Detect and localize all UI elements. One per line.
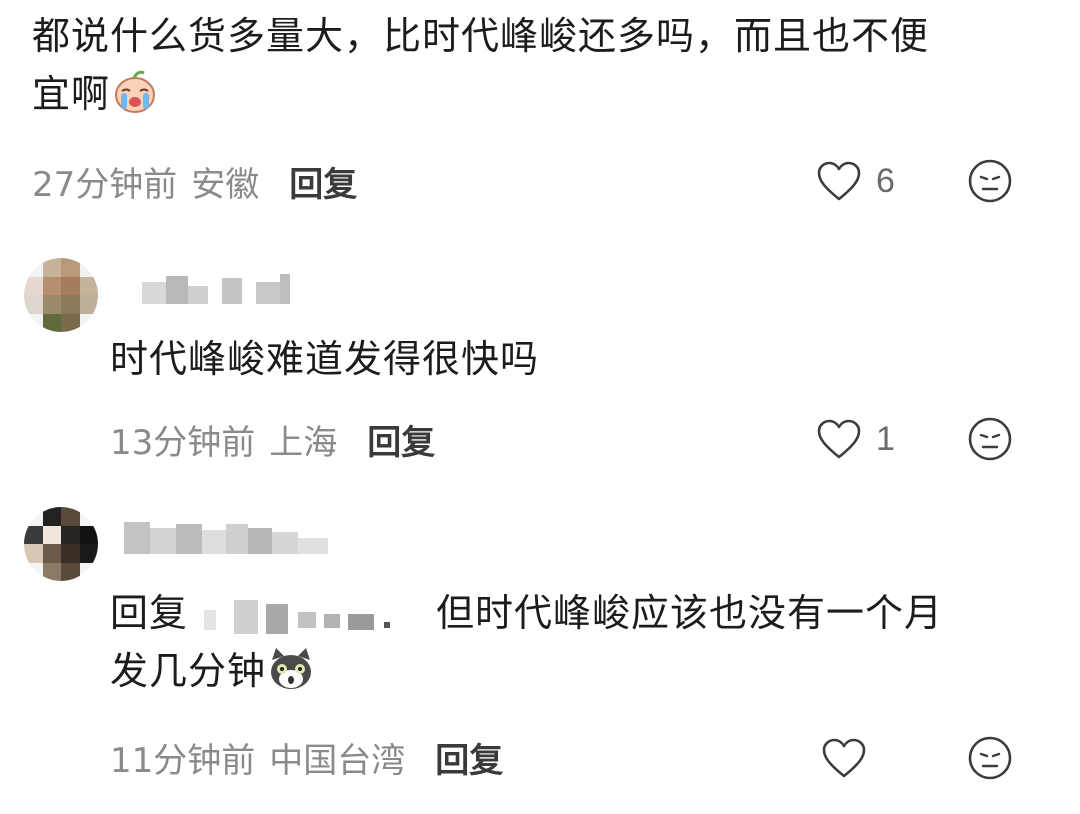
dislike-face-icon[interactable] (967, 735, 1013, 781)
comment-3-line-2: 发几分钟 (110, 649, 267, 693)
comment-2-like-button[interactable]: 1 (816, 414, 895, 464)
comment-3-line-1-wrap: 回复 但时代峰峻应该也没有一个月 (110, 584, 1070, 642)
comment-2-reply-button[interactable]: 回复 (367, 415, 435, 464)
comment-1-like-button[interactable]: 6 (816, 156, 895, 206)
username-blurred[interactable] (142, 272, 290, 304)
heart-icon (817, 161, 861, 201)
comment-3-line-2-wrap: 发几分钟 (110, 642, 1070, 700)
avatar[interactable] (24, 258, 98, 332)
crying-peach-icon (115, 70, 156, 113)
comment-1-reply-button[interactable]: 回复 (289, 157, 357, 206)
comment-2-like-count: 1 (876, 419, 895, 458)
mentioned-user-blurred[interactable] (194, 596, 430, 636)
shocked-cat-icon (271, 648, 312, 689)
comment-3-reply-prefix: 回复 (110, 591, 189, 635)
comment-1-line-1: 都说什么货多量大，比时代峰峻还多吗，而且也不便 (32, 14, 930, 58)
username-blurred[interactable] (124, 522, 328, 554)
comment-3-like-button[interactable] (821, 733, 881, 783)
comment-1-line-2: 宜啊 (32, 72, 111, 116)
comment-2-location: 上海 (269, 422, 338, 463)
heart-icon (817, 419, 861, 459)
comment-2-text: 时代峰峻难道发得很快吗 (110, 337, 540, 381)
comment-1-location: 安徽 (191, 164, 260, 205)
comment-3-text: 回复 但时代峰峻应该也没有一个月 发几分钟 (110, 584, 1070, 700)
comment-2-meta: 13分钟前 上海 回复 (110, 414, 435, 464)
comment-3-time: 11分钟前 (110, 740, 256, 781)
comment-1-text: 都说什么货多量大，比时代峰峻还多吗，而且也不便 宜啊 (32, 7, 1072, 123)
dislike-face-icon[interactable] (967, 158, 1013, 204)
comment-1-meta: 27分钟前 安徽 回复 (32, 156, 357, 206)
comment-3-meta: 11分钟前 中国台湾 回复 (110, 732, 503, 782)
comment-1-like-count: 6 (876, 161, 895, 200)
heart-icon (822, 738, 866, 778)
comment-1-line-2-wrap: 宜啊 (32, 65, 1072, 123)
comment-3-line-1: 但时代峰峻应该也没有一个月 (436, 591, 944, 635)
comment-3-location: 中国台湾 (269, 740, 406, 781)
dislike-face-icon[interactable] (967, 416, 1013, 462)
comment-3-reply-button[interactable]: 回复 (435, 733, 503, 782)
avatar[interactable] (24, 507, 98, 581)
comment-1-time: 27分钟前 (32, 164, 178, 205)
comment-2-time: 13分钟前 (110, 422, 256, 463)
